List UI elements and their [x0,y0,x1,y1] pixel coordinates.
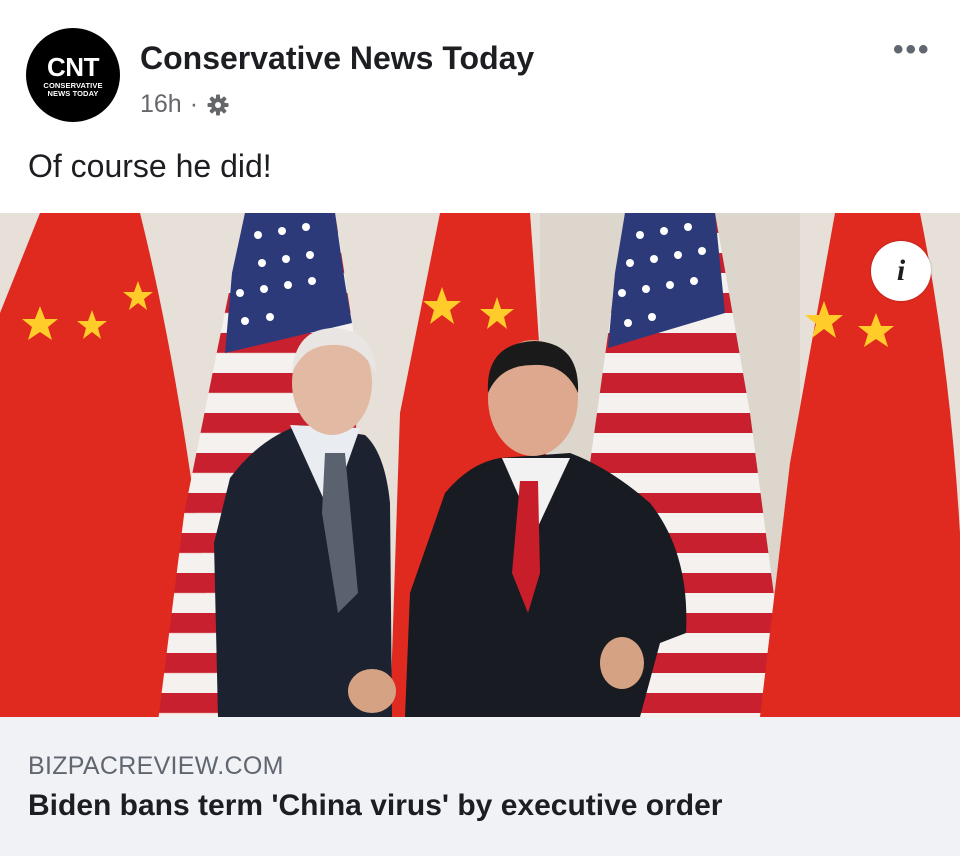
link-preview-card[interactable] [0,717,960,856]
post-header: CNT CONSERVATIVE NEWS TODAY Conservative… [0,0,960,140]
link-preview-image[interactable] [0,213,960,717]
meta-separator: · [189,90,199,118]
avatar-monogram: CNT [47,52,99,82]
link-domain: BIZPACREVIEW.COM [28,752,284,780]
post-text: Of course he did! [28,148,272,184]
more-options-icon[interactable]: ••• [893,35,931,65]
link-title[interactable]: Biden bans term 'China virus' by executi… [28,789,722,823]
page-name-link[interactable]: Conservative News Today [140,40,534,77]
avatar-subtitle-line2: NEWS TODAY [47,89,99,98]
info-icon[interactable]: i [871,241,931,301]
post-timestamp[interactable]: 16h [140,90,182,119]
post-meta: 16h · [140,90,230,119]
gear-icon[interactable] [206,93,230,117]
photo-flags-handshake [0,213,960,717]
page-avatar[interactable]: CNT CONSERVATIVE NEWS TODAY [26,28,120,122]
avatar-subtitle: CONSERVATIVE NEWS TODAY [26,82,120,98]
